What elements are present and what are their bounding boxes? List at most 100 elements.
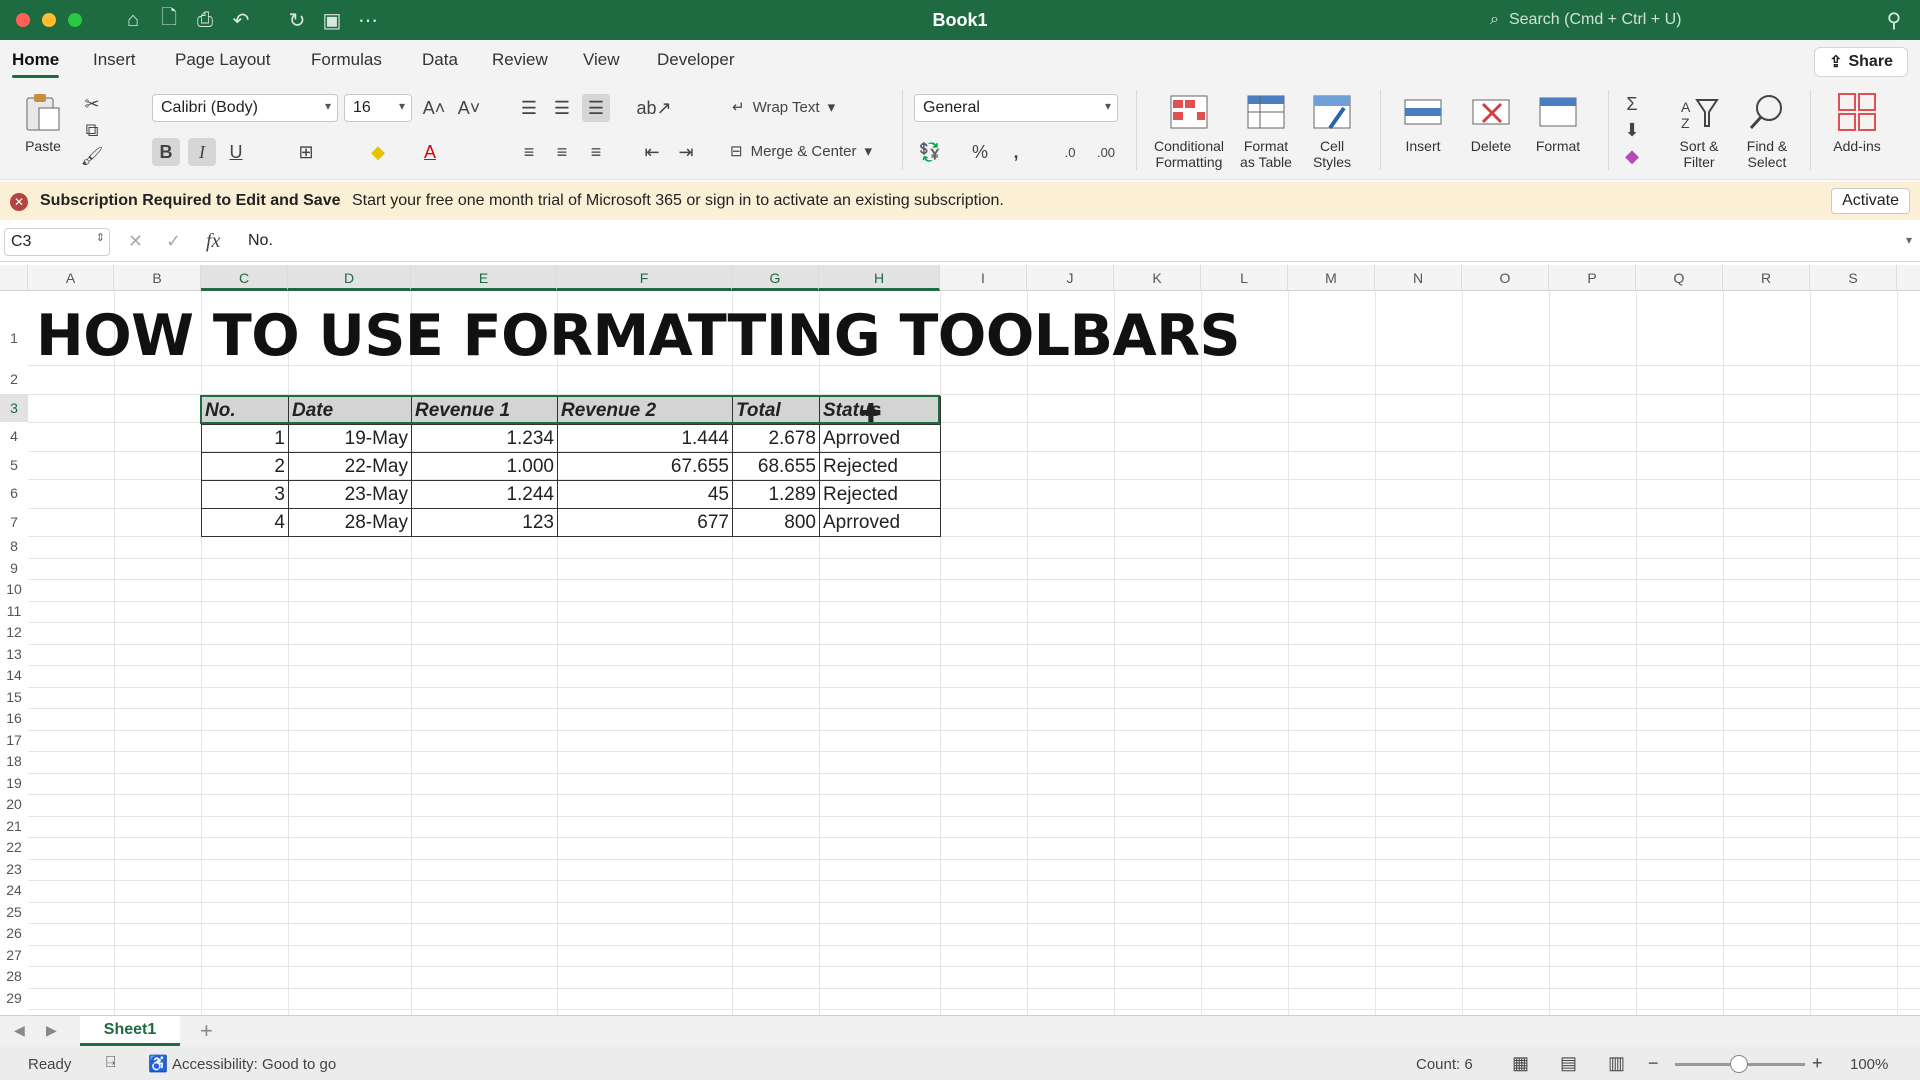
merge-center-button[interactable]: ⊟ Merge & Center ▾ (730, 142, 872, 161)
paste-button[interactable]: Paste (14, 92, 72, 154)
column-header-q[interactable]: Q (1636, 265, 1723, 291)
chevron-down-icon[interactable]: ▾ (1906, 233, 1912, 247)
cell[interactable]: 1.244 (411, 480, 558, 509)
format-cells-button[interactable]: Format (1524, 92, 1592, 154)
row-header-17[interactable]: 17 (0, 730, 28, 752)
page-break-view-icon[interactable]: ▥ (1608, 1053, 1625, 1074)
tab-data[interactable]: Data (422, 50, 458, 70)
tab-developer[interactable]: Developer (657, 50, 735, 70)
column-header-r[interactable]: R (1723, 265, 1810, 291)
accessibility-icon[interactable]: ♿ (148, 1054, 168, 1074)
column-header-j[interactable]: J (1027, 265, 1114, 291)
font-color-icon[interactable]: A (416, 138, 444, 166)
data-table[interactable]: No. Date Revenue 1 Revenue 2 Total Statu… (201, 396, 941, 537)
font-name-select[interactable]: Calibri (Body) ▾ (152, 94, 338, 122)
row-header-12[interactable]: 12 (0, 622, 28, 644)
cell[interactable]: 1.234 (411, 424, 558, 453)
header-cell[interactable]: Revenue 1 (411, 396, 558, 425)
cell[interactable]: 2.678 (732, 424, 820, 453)
save-icon[interactable]: ▣ (320, 8, 344, 32)
print-icon[interactable]: ⎙ (193, 8, 217, 32)
cell[interactable]: Aprroved (819, 508, 941, 537)
column-header-o[interactable]: O (1462, 265, 1549, 291)
row-header-16[interactable]: 16 (0, 708, 28, 730)
column-header-i[interactable]: I (940, 265, 1027, 291)
cell[interactable]: 4 (201, 508, 289, 537)
accessibility-status[interactable]: Accessibility: Good to go (172, 1056, 336, 1073)
row-header-28[interactable]: 28 (0, 966, 28, 988)
close-window-button[interactable] (16, 13, 30, 27)
next-sheet-icon[interactable]: ▶ (46, 1022, 57, 1039)
cell[interactable]: 68.655 (732, 452, 820, 481)
cell[interactable]: 800 (732, 508, 820, 537)
row-header-24[interactable]: 24 (0, 880, 28, 902)
format-as-table-button[interactable]: Format as Table (1232, 92, 1300, 170)
zoom-out-icon[interactable]: − (1648, 1053, 1659, 1074)
column-header-g[interactable]: G (732, 265, 819, 291)
activate-button[interactable]: Activate (1831, 188, 1910, 214)
row-header-1[interactable]: 1 (0, 291, 28, 365)
cell[interactable]: Rejected (819, 480, 941, 509)
zoom-window-button[interactable] (68, 13, 82, 27)
cell[interactable]: 23-May (288, 480, 412, 509)
row-header-15[interactable]: 15 (0, 687, 28, 709)
align-middle-icon[interactable]: ☰ (548, 94, 576, 122)
row-header-6[interactable]: 6 (0, 479, 28, 508)
cancel-icon[interactable]: ✕ (128, 231, 143, 252)
row-header-8[interactable]: 8 (0, 536, 28, 558)
copy-icon[interactable]: ⧉ (78, 116, 106, 144)
italic-button[interactable]: I (188, 138, 216, 166)
sheet-tab-sheet1[interactable]: Sheet1 (80, 1016, 180, 1046)
find-select-button[interactable]: Find & Select (1734, 92, 1800, 170)
normal-view-icon[interactable]: ▦ (1512, 1053, 1529, 1074)
row-header-18[interactable]: 18 (0, 751, 28, 773)
row-header-26[interactable]: 26 (0, 923, 28, 945)
sort-filter-button[interactable]: AZ Sort & Filter (1664, 92, 1734, 170)
insert-cells-button[interactable]: Insert (1390, 92, 1456, 154)
header-cell[interactable]: Total (732, 396, 820, 425)
column-header-s[interactable]: S (1810, 265, 1897, 291)
tab-home[interactable]: Home (12, 50, 60, 78)
conditional-formatting-button[interactable]: Conditional Formatting (1146, 92, 1232, 170)
new-file-icon[interactable]: 🗋 (157, 7, 181, 32)
home-icon[interactable]: ⌂ (121, 8, 145, 32)
row-header-25[interactable]: 25 (0, 902, 28, 924)
enter-icon[interactable]: ✓ (166, 231, 181, 252)
font-size-select[interactable]: 16 ▾ (344, 94, 412, 122)
column-header-b[interactable]: B (114, 265, 201, 291)
row-header-9[interactable]: 9 (0, 558, 28, 580)
tab-review[interactable]: Review (492, 50, 548, 70)
page-layout-view-icon[interactable]: ▤ (1560, 1053, 1577, 1074)
close-circle-icon[interactable]: ✕ (10, 193, 28, 211)
zoom-in-icon[interactable]: + (1812, 1053, 1823, 1074)
fill-color-icon[interactable]: ◆ (364, 138, 392, 166)
decrease-indent-icon[interactable]: ⇤ (638, 138, 666, 166)
row-header-5[interactable]: 5 (0, 451, 28, 480)
cell[interactable]: 1.000 (411, 452, 558, 481)
increase-indent-icon[interactable]: ⇥ (672, 138, 700, 166)
row-header-13[interactable]: 13 (0, 644, 28, 666)
share-button[interactable]: ⇪ Share (1814, 47, 1908, 77)
spreadsheet-grid[interactable]: ABCDEFGHIJKLMNOPQRS 1 2 3 4 5 6 7 8 9 10 11 12 13 14 1… (0, 265, 1920, 1015)
select-all-corner[interactable] (0, 265, 28, 291)
column-header-l[interactable]: L (1201, 265, 1288, 291)
decrease-font-icon[interactable]: A˅ (455, 94, 483, 122)
formula-input[interactable]: No. (248, 232, 273, 250)
cut-icon[interactable]: ✂ (78, 90, 106, 118)
clear-icon[interactable]: ◆ (1618, 142, 1646, 170)
cell[interactable]: 67.655 (557, 452, 733, 481)
orientation-icon[interactable]: ab↗ (636, 94, 671, 122)
row-header-20[interactable]: 20 (0, 794, 28, 816)
cell[interactable]: 123 (411, 508, 558, 537)
row-header-19[interactable]: 19 (0, 773, 28, 795)
format-painter-icon[interactable]: 🖌 (78, 142, 106, 170)
tab-insert[interactable]: Insert (93, 50, 136, 70)
row-header-21[interactable]: 21 (0, 816, 28, 838)
header-cell[interactable]: Revenue 2 (557, 396, 733, 425)
column-header-n[interactable]: N (1375, 265, 1462, 291)
decrease-decimal-icon[interactable]: .00 (1092, 138, 1120, 166)
column-header-f[interactable]: F (557, 265, 732, 291)
number-format-select[interactable]: General ▾ (914, 94, 1118, 122)
add-sheet-icon[interactable]: + (200, 1018, 213, 1044)
function-icon[interactable]: fx (206, 230, 220, 253)
